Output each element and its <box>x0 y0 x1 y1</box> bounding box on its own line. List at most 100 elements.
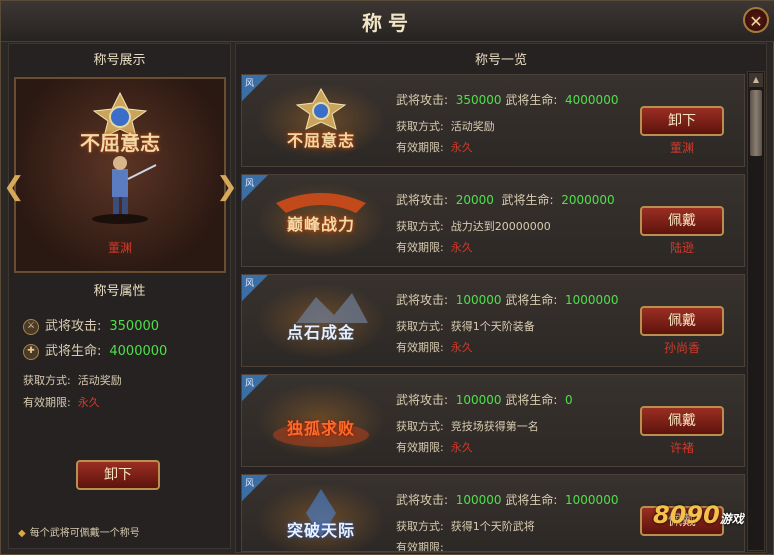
title-name: 独孤求败 <box>286 419 355 438</box>
valid-value: 永久 <box>450 441 473 454</box>
valid-label: 有效期限: <box>396 141 444 154</box>
hp-value: 2000000 <box>561 193 615 207</box>
acquire-info: 获取方式: 活动奖励 <box>23 372 122 388</box>
card-owner: 陆逊 <box>669 241 694 255</box>
unequip-title-button[interactable]: 卸下 <box>640 106 724 136</box>
title-name: 点石成金 <box>286 323 355 342</box>
stat-health: ✚ 武将生命: 4000000 <box>23 340 167 360</box>
title-showcase: 不屈意志 董渊 <box>14 77 226 273</box>
scroll-up-icon[interactable]: ▲ <box>749 73 763 87</box>
valid-line: 有效期限: 永久 <box>396 439 473 455</box>
ribbon-text: 风 <box>245 479 255 489</box>
acquire-line: 获取方式: 活动奖励 <box>396 118 495 134</box>
acq-value: 战力达到20000000 <box>450 220 551 233</box>
title-name: 突破天际 <box>286 521 355 540</box>
acq-label: 获取方式: <box>396 220 444 233</box>
acquire-line: 获取方式: 获得1个天阶装备 <box>396 318 535 334</box>
unequip-button[interactable]: 卸下 <box>76 460 160 490</box>
acquire-value: 活动奖励 <box>77 374 122 387</box>
attrs-heading: 称号属性 <box>93 284 146 299</box>
stat-attack: ⚔ 武将攻击: 350000 <box>23 315 159 335</box>
acq-label: 获取方式: <box>396 520 444 533</box>
hp-value: 1000000 <box>565 293 619 307</box>
atk-label: 武将攻击: <box>396 93 449 107</box>
valid-label: 有效期限: <box>396 241 444 254</box>
valid-line: 有效期限: 永久 <box>396 339 473 355</box>
scroll-thumb[interactable] <box>750 90 762 156</box>
valid-value: 永久 <box>450 341 473 354</box>
atk-value: 20000 <box>455 193 494 207</box>
atk-value: 100000 <box>455 493 502 507</box>
valid-label: 有效期限: <box>23 396 71 409</box>
valid-label: 有效期限: <box>396 341 444 354</box>
atk-value: 100000 <box>455 293 502 307</box>
hp-value: 1000000 <box>565 493 619 507</box>
attack-line: 武将攻击: 100000 武将生命: 0 <box>396 391 573 408</box>
equip-title-button[interactable]: 佩戴 <box>640 406 724 436</box>
hp-label: 武将生命: <box>505 93 558 107</box>
atk-label: 武将攻击: <box>396 493 449 507</box>
title-name: 不屈意志 <box>286 131 355 150</box>
ribbon-text: 风 <box>245 179 255 189</box>
stat-value: 350000 <box>109 319 160 334</box>
title-card: 风 巅峰战力 武将攻击: 20000 武将生命: 2000000 获取方式: 战… <box>241 174 745 267</box>
sword-icon: ⚔ <box>23 318 39 335</box>
valid-info: 有效期限: 永久 <box>23 394 100 410</box>
card-owner: 许褚 <box>669 441 694 455</box>
title-name: 巅峰战力 <box>286 215 355 234</box>
showcase-owner: 董渊 <box>107 241 132 255</box>
valid-line: 有效期限: <box>396 539 444 552</box>
acq-value: 活动奖励 <box>450 120 495 133</box>
hp-label: 武将生命: <box>505 293 558 307</box>
acq-value: 获得1个天阶武将 <box>450 520 535 533</box>
title-emblem: 不屈意志 <box>256 83 386 159</box>
title-emblem: 巅峰战力 <box>256 183 386 259</box>
attack-line: 武将攻击: 20000 武将生命: 2000000 <box>396 191 615 208</box>
valid-label: 有效期限: <box>396 441 444 454</box>
acquire-line: 获取方式: 战力达到20000000 <box>396 218 551 234</box>
atk-label: 武将攻击: <box>396 393 449 407</box>
title-emblem: 点石成金 <box>256 283 386 359</box>
site-watermark-logo: 8090游戏 <box>653 501 744 529</box>
acq-value: 获得1个天阶装备 <box>450 320 535 333</box>
acq-value: 竞技场获得第一名 <box>450 420 539 433</box>
valid-value: 永久 <box>450 141 473 154</box>
equip-title-button[interactable]: 佩戴 <box>640 306 724 336</box>
hp-value: 4000000 <box>565 93 619 107</box>
prev-arrow-icon[interactable]: ❮ <box>3 170 25 204</box>
acq-label: 获取方式: <box>396 120 444 133</box>
title-emblem: 突破天际 <box>256 483 386 551</box>
atk-label: 武将攻击: <box>396 193 449 207</box>
acq-label: 获取方式: <box>396 420 444 433</box>
title-bar: 称号 ✕ <box>1 1 774 42</box>
valid-label: 有效期限: <box>396 541 444 552</box>
list-scrollbar[interactable]: ▲ <box>747 71 765 551</box>
stat-label: 武将生命: <box>45 344 102 359</box>
title-card: 风 不屈意志 武将攻击: 350000 武将生命: 4000000 获取方式: … <box>241 74 745 167</box>
close-icon: ✕ <box>749 12 763 31</box>
equip-title-button[interactable]: 佩戴 <box>640 206 724 236</box>
list-heading: 称号一览 <box>474 53 527 68</box>
showcase-heading: 称号展示 <box>93 53 146 68</box>
ribbon-text: 风 <box>245 79 255 89</box>
acq-label: 获取方式: <box>396 320 444 333</box>
hp-value: 0 <box>565 393 573 407</box>
hp-label: 武将生命: <box>505 393 558 407</box>
attack-line: 武将攻击: 100000 武将生命: 1000000 <box>396 491 618 508</box>
tip-text: ◆ 每个武将可佩戴一个称号 <box>18 524 140 539</box>
close-button[interactable]: ✕ <box>743 7 769 33</box>
title-card: 风 点石成金 武将攻击: 100000 武将生命: 1000000 获取方式: … <box>241 274 745 367</box>
atk-value: 350000 <box>455 93 502 107</box>
title-card: 风 独孤求败 武将攻击: 100000 武将生命: 0 获取方式: 竞技场获得第… <box>241 374 745 467</box>
attack-line: 武将攻击: 350000 武将生命: 4000000 <box>396 91 618 108</box>
title-window: 称号 ✕ 称号展示 不屈意志 董渊 ❮ ❯ 称号属性 ⚔ 武将攻击: 350000 <box>0 0 774 555</box>
valid-line: 有效期限: 永久 <box>396 239 473 255</box>
next-arrow-icon[interactable]: ❯ <box>216 170 238 204</box>
acquire-line: 获取方式: 获得1个天阶武将 <box>396 518 535 534</box>
heart-icon: ✚ <box>23 343 39 360</box>
tip-label: 每个武将可佩戴一个称号 <box>29 528 140 539</box>
diamond-icon: ◆ <box>18 528 26 539</box>
left-panel: 称号展示 不屈意志 董渊 ❮ ❯ 称号属性 ⚔ 武将攻击: 350000 ✚ 武将生命… <box>3 43 238 549</box>
valid-value: 永久 <box>450 241 473 254</box>
watermark-text: 游戏 <box>719 512 744 526</box>
